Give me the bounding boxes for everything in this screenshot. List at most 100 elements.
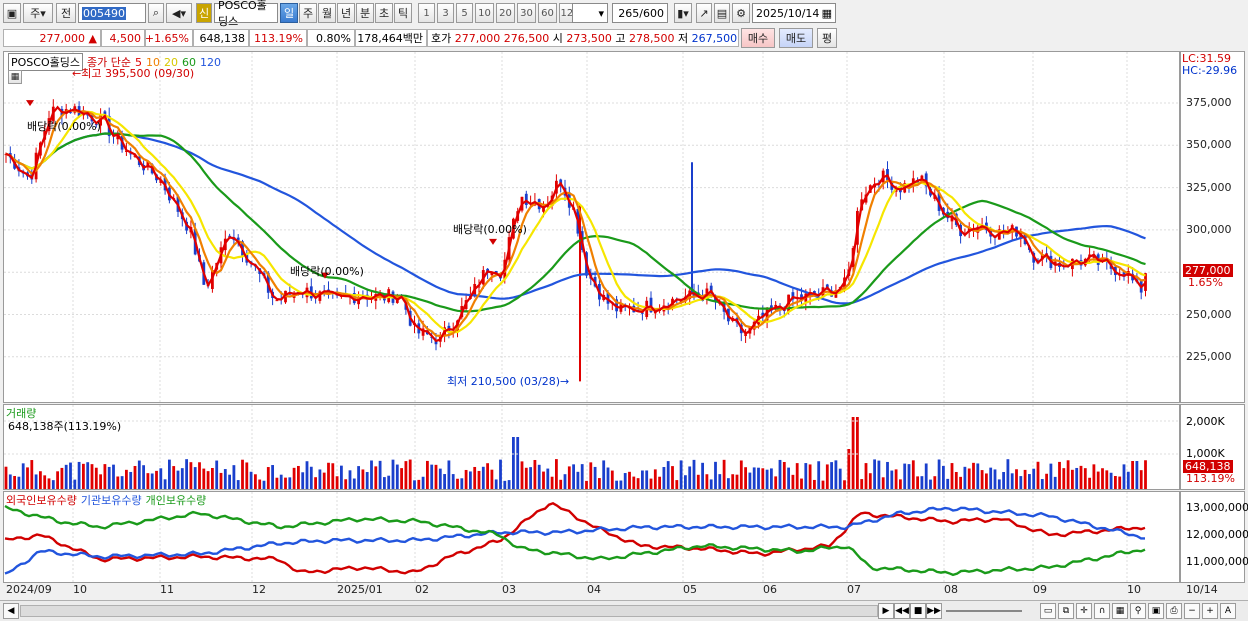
chart-window: ▣ 주 ▾ 전 005490 ⌕ ◀▾ 신 POSCO홀딩스 일주월년분초틱 13…: [0, 0, 1248, 621]
x-axis-label: 04: [587, 583, 601, 596]
low-value: 267,500: [691, 31, 738, 45]
price-pane[interactable]: [3, 51, 1180, 403]
x-axis-label: 10/14: [1186, 583, 1218, 596]
x-axis-label: 07: [847, 583, 861, 596]
bid-value: 276,500: [503, 31, 550, 45]
volume-ratio: 113.19%: [254, 31, 303, 45]
legend-individual: 개인보유수량: [145, 494, 207, 507]
holdings-tick-11m: 11,000,000: [1186, 555, 1248, 568]
volume-value: 648,138: [199, 31, 246, 45]
volume-tick-1000k: 1,000K: [1186, 447, 1225, 460]
interval-button-30[interactable]: 30: [517, 3, 536, 23]
date-field[interactable]: 2025/10/14 ▦: [752, 3, 836, 23]
magnet-icon[interactable]: ∩: [1094, 603, 1110, 619]
chart-layout-icon[interactable]: ▭: [1040, 603, 1056, 619]
gear-icon[interactable]: ⚙: [732, 3, 750, 23]
high-value: 278,500: [629, 31, 675, 45]
interval-dropdown[interactable]: ▾: [572, 3, 608, 23]
forward-icon[interactable]: ▶▶: [926, 603, 942, 619]
x-axis-label: 09: [1033, 583, 1047, 596]
x-axis-label: 02: [415, 583, 429, 596]
buy-button[interactable]: 매수: [741, 28, 775, 48]
amount-value: 178,464백만: [357, 32, 423, 45]
search-icon[interactable]: ⌕: [148, 3, 164, 23]
copy-icon[interactable]: ⧉: [1058, 603, 1074, 619]
change-pct: +1.65%: [144, 31, 189, 45]
crosshair-icon[interactable]: ✛: [1076, 603, 1092, 619]
interval-button-20[interactable]: 20: [496, 3, 515, 23]
x-axis-label: 12: [252, 583, 266, 596]
tab-period-3[interactable]: 년: [337, 3, 355, 23]
period-unit-select[interactable]: 주 ▾: [23, 3, 53, 23]
tab-period-6[interactable]: 틱: [394, 3, 412, 23]
x-axis-label: 11: [160, 583, 174, 596]
tab-period-4[interactable]: 분: [356, 3, 374, 23]
volume-pane[interactable]: [3, 404, 1180, 490]
legend-institution: 기관보유수량: [80, 494, 142, 507]
volume-current-pct: 113.19%: [1186, 472, 1235, 485]
bar-count-field[interactable]: 265/600: [612, 3, 668, 23]
holdings-legend: 외국인보유수량 기관보유수량 개인보유수량: [6, 492, 206, 508]
dividend-label-1: 배당락(0.00%): [27, 120, 101, 133]
interval-button-3[interactable]: 3: [437, 3, 454, 23]
x-axis-label: 10: [1127, 583, 1141, 596]
zoom-in-icon[interactable]: +: [1202, 603, 1218, 619]
tab-period-2[interactable]: 월: [318, 3, 336, 23]
ask-label: 호가: [431, 32, 452, 45]
amount-box: 178,464백만: [355, 29, 427, 47]
interval-button-10[interactable]: 10: [475, 3, 494, 23]
zoom-out-icon[interactable]: −: [1184, 603, 1200, 619]
scroll-left-icon[interactable]: ◀: [3, 603, 19, 619]
period-unit-label: 주: [30, 7, 41, 20]
volume-ratio-box: 113.19%: [249, 29, 307, 47]
link-icon[interactable]: ⚲: [1130, 603, 1146, 619]
price-tick-label: 250,000: [1186, 307, 1232, 321]
quote-bar: 277,000 ▲ 4,500 +1.65% 648,138 113.19% 0…: [0, 27, 1248, 49]
draw-tool-icon[interactable]: ↗: [696, 3, 712, 23]
change-box: 4,500: [101, 29, 145, 47]
prev-button[interactable]: 전: [56, 3, 76, 23]
stock-code-value: 005490: [82, 6, 126, 20]
zoom-slider[interactable]: [946, 610, 1022, 612]
dividend-label-2: 배당락(0.00%): [290, 265, 364, 278]
tab-period-0[interactable]: 일: [280, 3, 298, 23]
stock-code-input[interactable]: 005490: [78, 3, 146, 23]
candle-type-icon[interactable]: ▮▾: [674, 3, 692, 23]
open-label: 시: [552, 32, 563, 45]
grid-icon[interactable]: ▦: [1112, 603, 1128, 619]
print-icon[interactable]: ⎙: [1166, 603, 1182, 619]
save-icon[interactable]: ▤: [714, 3, 730, 23]
stock-name: POSCO홀딩스: [218, 0, 267, 28]
rewind-icon[interactable]: ◀◀: [894, 603, 910, 619]
ask-value: 277,000: [454, 31, 501, 45]
x-axis-label: 10: [73, 583, 87, 596]
legend-ma120: 120: [199, 55, 221, 69]
scroll-right-icon[interactable]: ▶: [878, 603, 894, 619]
price-tick-label: 325,000: [1186, 180, 1232, 194]
hc-label: HC:-29.96: [1182, 64, 1238, 77]
calendar-icon[interactable]: ▦: [822, 7, 832, 20]
interval-button-60[interactable]: 60: [538, 3, 557, 23]
horizontal-scrollbar[interactable]: [20, 605, 878, 617]
table-icon[interactable]: ▦: [8, 70, 22, 84]
sell-button[interactable]: 매도: [779, 28, 813, 48]
bar-total: /600: [639, 6, 664, 20]
tab-period-5[interactable]: 초: [375, 3, 393, 23]
menu-icon[interactable]: ▣: [3, 3, 21, 23]
holdings-tick-13m: 13,000,000: [1186, 501, 1248, 514]
interval-button-1[interactable]: 1: [418, 3, 435, 23]
dividend-label-3: 배당락(0.00%): [453, 223, 527, 236]
tab-period-1[interactable]: 주: [299, 3, 317, 23]
stop-icon[interactable]: ■: [910, 603, 926, 619]
interval-button-5[interactable]: 5: [456, 3, 473, 23]
new-badge[interactable]: 신: [196, 3, 212, 23]
font-size-icon[interactable]: A: [1220, 603, 1236, 619]
bar-count: 265: [618, 6, 640, 20]
open-value: 273,500: [566, 31, 612, 45]
price-tick-label: 350,000: [1186, 138, 1232, 152]
eval-button[interactable]: 평: [817, 28, 837, 48]
speaker-icon[interactable]: ◀▾: [166, 3, 192, 23]
current-price: 277,000: [39, 31, 86, 45]
snapshot-icon[interactable]: ▣: [1148, 603, 1164, 619]
low-annotation-text: 최저 210,500 (03/28): [447, 375, 561, 388]
